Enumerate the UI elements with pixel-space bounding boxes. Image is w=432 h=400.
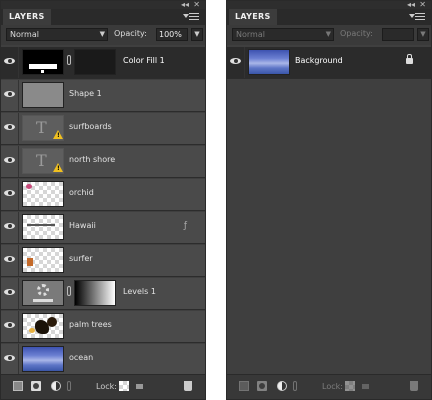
- eye-icon[interactable]: [4, 222, 15, 230]
- blend-mode-select[interactable]: Normal ▼: [6, 28, 108, 41]
- eye-icon[interactable]: [4, 354, 15, 362]
- layer-row[interactable]: Background: [227, 47, 431, 79]
- opacity-label: Opacity:: [114, 29, 147, 38]
- link-icon[interactable]: [293, 381, 297, 391]
- trash-icon[interactable]: [410, 381, 418, 391]
- bottom-toolbar: Lock:: [227, 374, 431, 399]
- layer-row[interactable]: ocean: [1, 344, 205, 376]
- panel-menu-icon[interactable]: [183, 13, 199, 21]
- lock-transparency-icon[interactable]: [119, 381, 129, 391]
- warning-icon: !: [53, 163, 63, 172]
- add-mask-icon[interactable]: [31, 381, 41, 391]
- new-layer-icon[interactable]: [239, 381, 249, 391]
- eye-icon[interactable]: [4, 321, 15, 329]
- layers-panel-right: ◂◂ ✕ LAYERS Normal ▼ Opacity: ▼ Backgrou…: [226, 0, 432, 400]
- layer-name: surfer: [69, 254, 93, 263]
- link-icon[interactable]: [67, 381, 71, 391]
- fill-thumb: [22, 49, 64, 75]
- transparent-thumb: [22, 247, 64, 273]
- eye-icon[interactable]: [230, 57, 241, 65]
- tab-row: LAYERS: [1, 9, 205, 25]
- layer-name: palm trees: [69, 320, 112, 329]
- opacity-slider-toggle: ▼: [417, 28, 429, 41]
- opacity-input: [382, 28, 414, 41]
- layer-name: Color Fill 1: [123, 56, 165, 65]
- layer-name: orchid: [69, 188, 94, 197]
- eye-icon[interactable]: [4, 90, 15, 98]
- transparent-thumb: [22, 181, 64, 207]
- tab-layers[interactable]: LAYERS: [229, 9, 277, 25]
- blend-mode-value: Normal: [236, 30, 265, 39]
- blend-mode-select: Normal ▼: [232, 28, 334, 41]
- layer-row[interactable]: T ! north shore: [1, 146, 205, 178]
- layer-row[interactable]: palm trees: [1, 311, 205, 343]
- tab-row: LAYERS: [227, 9, 431, 25]
- layer-row[interactable]: orchid: [1, 179, 205, 211]
- new-layer-icon[interactable]: [13, 381, 23, 391]
- warning-icon: !: [53, 130, 63, 139]
- layer-style-icon: ƒ: [183, 221, 187, 231]
- close-icon[interactable]: ✕: [193, 0, 200, 9]
- layer-name: Background: [295, 56, 343, 65]
- link-icon[interactable]: [67, 286, 71, 296]
- opacity-slider-toggle[interactable]: ▼: [191, 28, 203, 41]
- blend-mode-value: Normal: [10, 30, 39, 39]
- chevron-down-icon: ▼: [325, 30, 331, 38]
- layer-row[interactable]: Color Fill 1: [1, 47, 205, 79]
- eye-icon[interactable]: [4, 189, 15, 197]
- lock-icon[interactable]: [136, 384, 143, 389]
- layer-name: Hawaii: [69, 221, 96, 230]
- eye-icon[interactable]: [4, 255, 15, 263]
- collapse-icon[interactable]: ◂◂: [181, 0, 189, 9]
- adjustment-thumb: [22, 280, 64, 306]
- layer-name: Shape 1: [69, 89, 102, 98]
- layer-row[interactable]: T ! surfboards: [1, 113, 205, 145]
- collapse-icon[interactable]: ◂◂: [407, 0, 415, 9]
- layer-row[interactable]: Levels 1: [1, 278, 205, 310]
- options-row: Normal ▼ Opacity: ▼: [227, 25, 431, 45]
- eye-icon[interactable]: [4, 123, 15, 131]
- lock-label: Lock:: [322, 382, 343, 391]
- transparent-thumb: [22, 214, 64, 240]
- photo-thumb: [22, 313, 64, 339]
- panel-title-bar: ◂◂ ✕: [227, 0, 431, 9]
- adjustment-layer-icon[interactable]: [277, 381, 287, 391]
- lock-transparency-icon[interactable]: [345, 381, 355, 391]
- panel-menu-icon[interactable]: [409, 13, 425, 21]
- photo-thumb: [248, 49, 290, 75]
- photo-thumb: [22, 346, 64, 372]
- add-mask-icon[interactable]: [257, 381, 267, 391]
- adjustment-layer-icon[interactable]: [51, 381, 61, 391]
- layer-name: surfboards: [69, 122, 112, 131]
- shape-thumb: [22, 82, 64, 108]
- mask-thumb: [74, 49, 116, 75]
- link-icon[interactable]: [67, 55, 71, 65]
- layer-row[interactable]: Shape 1: [1, 80, 205, 112]
- eye-icon[interactable]: [4, 156, 15, 164]
- trash-icon[interactable]: [184, 381, 192, 391]
- lock-label: Lock:: [96, 382, 117, 391]
- close-icon[interactable]: ✕: [419, 0, 426, 9]
- layer-name: Levels 1: [123, 287, 156, 296]
- layer-name: north shore: [69, 155, 116, 164]
- bottom-toolbar: Lock:: [1, 374, 205, 399]
- options-row: Normal ▼ Opacity: 100% ▼: [1, 25, 205, 45]
- layer-name: ocean: [69, 353, 94, 362]
- mask-thumb: [74, 280, 116, 306]
- layer-row[interactable]: Hawaii ƒ: [1, 212, 205, 244]
- tab-layers[interactable]: LAYERS: [3, 9, 51, 25]
- lock-icon: [406, 54, 413, 64]
- lock-icon[interactable]: [362, 384, 369, 389]
- opacity-label: Opacity:: [340, 29, 373, 38]
- eye-icon[interactable]: [4, 57, 15, 65]
- eye-icon[interactable]: [4, 288, 15, 296]
- chevron-down-icon: ▼: [99, 30, 105, 38]
- opacity-input[interactable]: 100%: [156, 28, 188, 41]
- layer-row[interactable]: surfer: [1, 245, 205, 277]
- layers-panel-left: ◂◂ ✕ LAYERS Normal ▼ Opacity: 100% ▼ Col…: [0, 0, 206, 400]
- panel-title-bar: ◂◂ ✕: [1, 0, 205, 9]
